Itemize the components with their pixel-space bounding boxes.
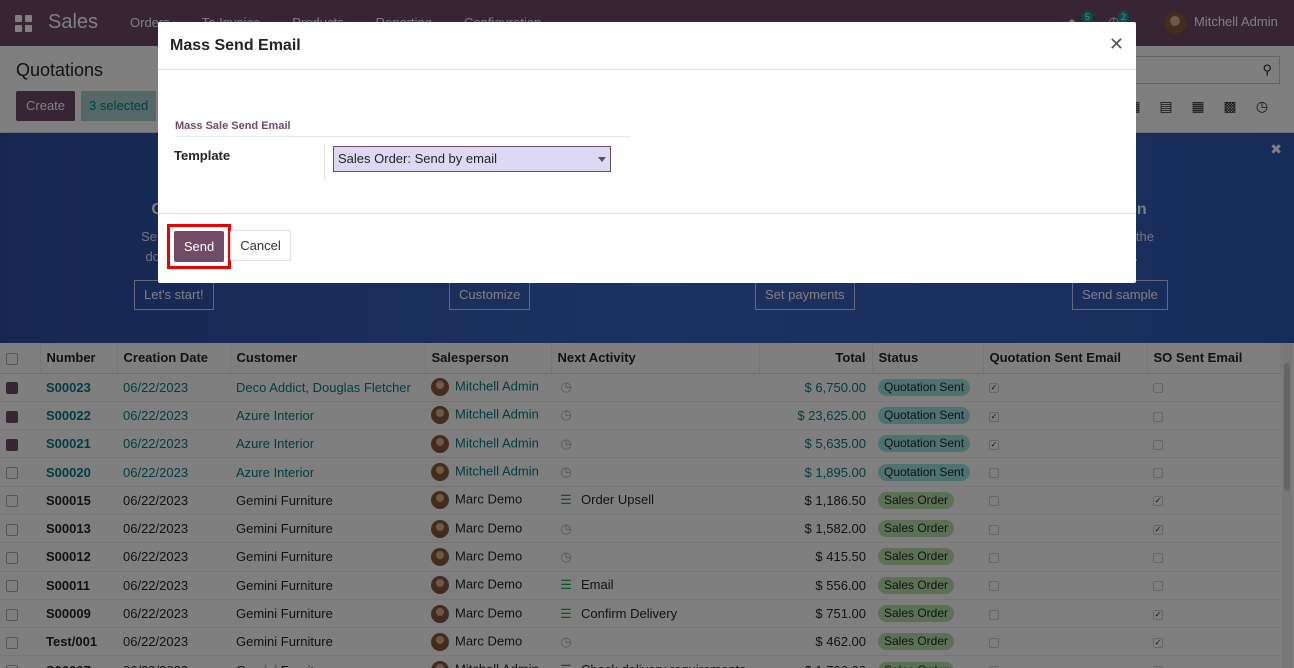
template-select[interactable]: Sales Order: Send by email bbox=[333, 146, 611, 172]
cancel-button[interactable]: Cancel bbox=[230, 230, 291, 261]
field-divider bbox=[324, 144, 325, 180]
dialog-header: Mass Send Email ✕ bbox=[158, 22, 1136, 70]
section-title: Mass Sale Send Email bbox=[175, 120, 630, 137]
dialog-footer: Send Cancel bbox=[158, 213, 1136, 283]
close-icon[interactable]: ✕ bbox=[1109, 34, 1124, 55]
send-highlight: Send bbox=[167, 224, 231, 269]
dialog-title: Mass Send Email bbox=[170, 37, 301, 54]
mass-send-email-dialog: Mass Send Email ✕ Mass Sale Send Email T… bbox=[158, 22, 1136, 283]
send-button[interactable]: Send bbox=[174, 231, 224, 262]
template-label: Template bbox=[174, 148, 231, 163]
